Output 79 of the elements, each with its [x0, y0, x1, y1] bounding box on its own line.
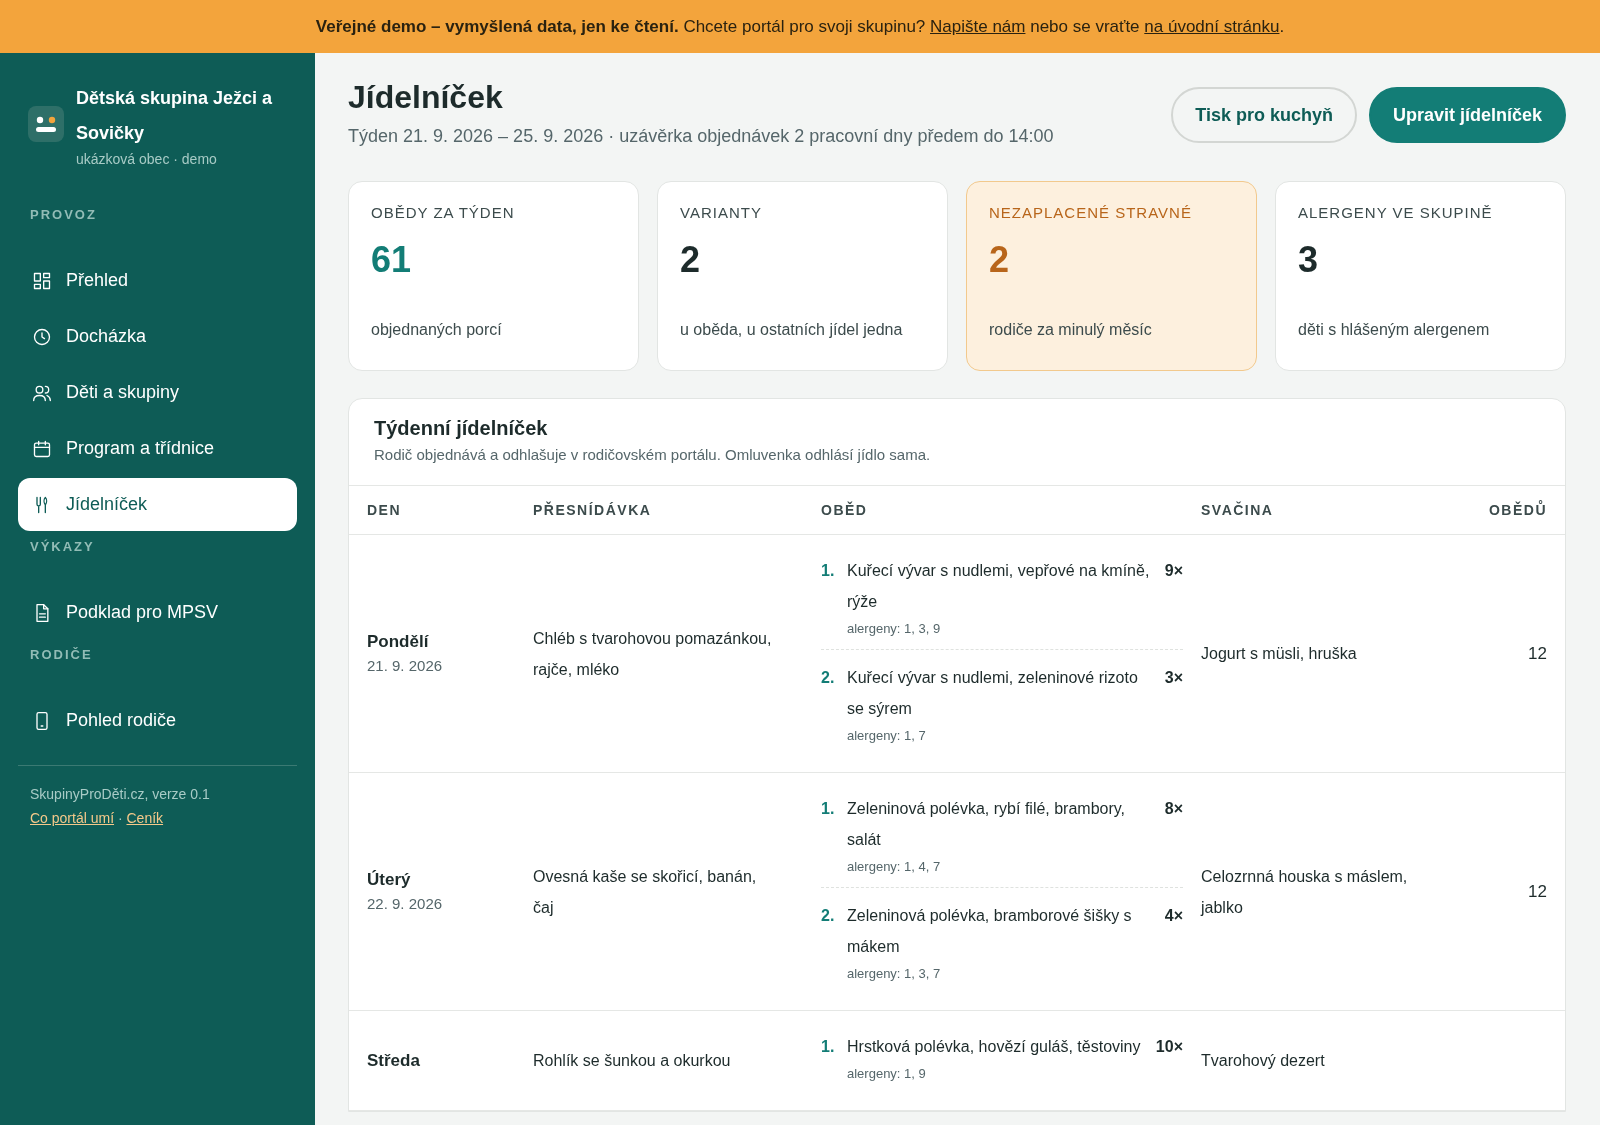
stat-label: OBĚDY ZA TÝDEN	[371, 204, 516, 221]
stat-caption: objednaných porcí	[371, 321, 503, 339]
portion-count: 4×	[1164, 906, 1183, 926]
allergen-list: alergeny: 1, 7	[821, 724, 1183, 748]
table-cell-text: Celozrnná houska s máslem, jablko	[1201, 866, 1409, 918]
column-header: OBĚD	[821, 502, 869, 518]
day-date: 22. 9. 2026	[367, 893, 444, 914]
nav-item[interactable]: Jídelníček	[18, 478, 297, 531]
day-name: Pondělí	[367, 630, 430, 653]
column-header: PŘESNÍDÁVKA	[533, 502, 653, 518]
footer-link[interactable]: Co portál umí	[30, 810, 115, 826]
nav-item[interactable]: Přehled	[18, 254, 297, 307]
option-number: 2.	[821, 668, 836, 688]
banner-link[interactable]: na úvodní stránku	[1144, 16, 1280, 36]
allergen-list: alergeny: 1, 9	[821, 1062, 1183, 1086]
table-cell-text: Rohlík se šunkou a okurkou	[533, 1051, 732, 1071]
portion-count: 10×	[1155, 1037, 1183, 1057]
calendar-icon	[32, 438, 52, 459]
logo-icon	[28, 106, 64, 142]
clock-icon	[32, 326, 52, 347]
footer-link[interactable]: Ceník	[126, 810, 164, 826]
allergen-list: alergeny: 1, 3, 7	[821, 962, 1183, 986]
section-heading: VÝKAZY	[29, 539, 96, 554]
edit-menu-button[interactable]: Upravit jídelníček	[1368, 87, 1566, 143]
print-button[interactable]: Tisk pro kuchyň	[1171, 87, 1357, 143]
dish-name: Zeleninová polévka, rybí filé, brambory, salát	[847, 799, 1127, 850]
stat-value: 61	[371, 239, 413, 281]
table-description: Rodič objednává a odhlašuje v rodičovském portálu. Omluvenka odhlásí jídlo sama.	[374, 446, 932, 463]
portion-count: 3×	[1164, 668, 1183, 688]
stat-value: 2	[680, 239, 702, 281]
option-number: 1.	[821, 799, 836, 819]
section-heading: PROVOZ	[29, 207, 98, 222]
dashboard-icon	[32, 270, 52, 291]
dish-name: Kuřecí vývar s nudlemi, zeleninové rizoto se sýrem	[847, 668, 1139, 719]
nav-item[interactable]: Děti a skupiny	[18, 366, 297, 419]
table-cell-text: Jogurt s müsli, hruška	[1201, 644, 1358, 664]
stat-caption: rodiče za minulý měsíc	[989, 321, 1153, 339]
dish-name: Hrstková polévka, hovězí guláš, těstoviny	[847, 1037, 1142, 1057]
version-text: SkupinyProDěti.cz, verze 0.1	[29, 786, 211, 802]
portion-count: 9×	[1164, 561, 1183, 581]
table-cell-text: 12	[1527, 881, 1547, 903]
nav-item[interactable]: Program a třídnice	[18, 422, 297, 475]
page-title: Jídelníček	[348, 79, 504, 116]
banner-link[interactable]: Napište nám	[930, 16, 1026, 36]
allergen-list: alergeny: 1, 3, 9	[821, 617, 1183, 641]
table-cell-text: 12	[1527, 643, 1547, 665]
stat-label: VARIANTY	[680, 204, 763, 221]
day-date: 21. 9. 2026	[367, 655, 444, 676]
table-cell-text: Chléb s tvarohovou pomazánkou, rajče, mléko	[533, 628, 773, 680]
allergen-list: alergeny: 1, 4, 7	[821, 855, 1183, 879]
nav-item[interactable]: Podklad pro MPSV	[18, 586, 297, 639]
day-name: Úterý	[367, 868, 412, 891]
stat-caption: u oběda, u ostatních jídel jedna	[680, 321, 904, 339]
stat-label: NEZAPLACENÉ STRAVNÉ	[989, 204, 1193, 221]
nav-item[interactable]: Docházka	[18, 310, 297, 363]
column-header: DEN	[367, 502, 403, 518]
dish-name: Kuřecí vývar s nudlemi, vepřové na kmíně, rýže	[847, 561, 1151, 612]
stat-caption: děti s hlášeným alergenem	[1298, 321, 1491, 339]
stat-label: ALERGENY VE SKUPINĚ	[1298, 204, 1494, 221]
option-number: 2.	[821, 906, 836, 926]
table-cell-text: Ovesná kaše se skořicí, banán, čaj	[533, 866, 758, 918]
organization-name: Dětská skupina Ježci a Sovičky	[76, 87, 274, 145]
option-number: 1.	[821, 1037, 836, 1057]
nav-item[interactable]: Pohled rodiče	[18, 694, 297, 747]
banner-message: Veřejné demo – vymyšlená data, jen ke čtení. Chcete portál pro svoji skupinu? Napište nám nebo se vraťte na úvodní stránku.	[315, 16, 1285, 37]
stat-value: 2	[989, 239, 1011, 281]
column-header: OBĚDŮ	[1487, 502, 1547, 518]
stat-value: 3	[1298, 239, 1320, 281]
day-name: Středa	[367, 1049, 421, 1072]
table-cell-text: Tvarohový dezert	[1201, 1051, 1326, 1071]
option-number: 1.	[821, 561, 836, 581]
dish-name: Zeleninová polévka, bramborové šišky s mákem	[847, 906, 1133, 957]
separator-dot: ·	[116, 810, 124, 826]
column-header: SVAČINA	[1201, 502, 1275, 518]
section-heading: RODIČE	[29, 647, 94, 662]
table-title: Týdenní jídelníček	[374, 417, 549, 440]
organization-subtitle: ukázková obec · demo	[76, 151, 218, 167]
portion-count: 8×	[1164, 799, 1183, 819]
page-subtitle: Týden 21. 9. 2026 – 25. 9. 2026 · uzávěrka objednávek 2 pracovní dny předem do 14:00	[348, 126, 1054, 147]
